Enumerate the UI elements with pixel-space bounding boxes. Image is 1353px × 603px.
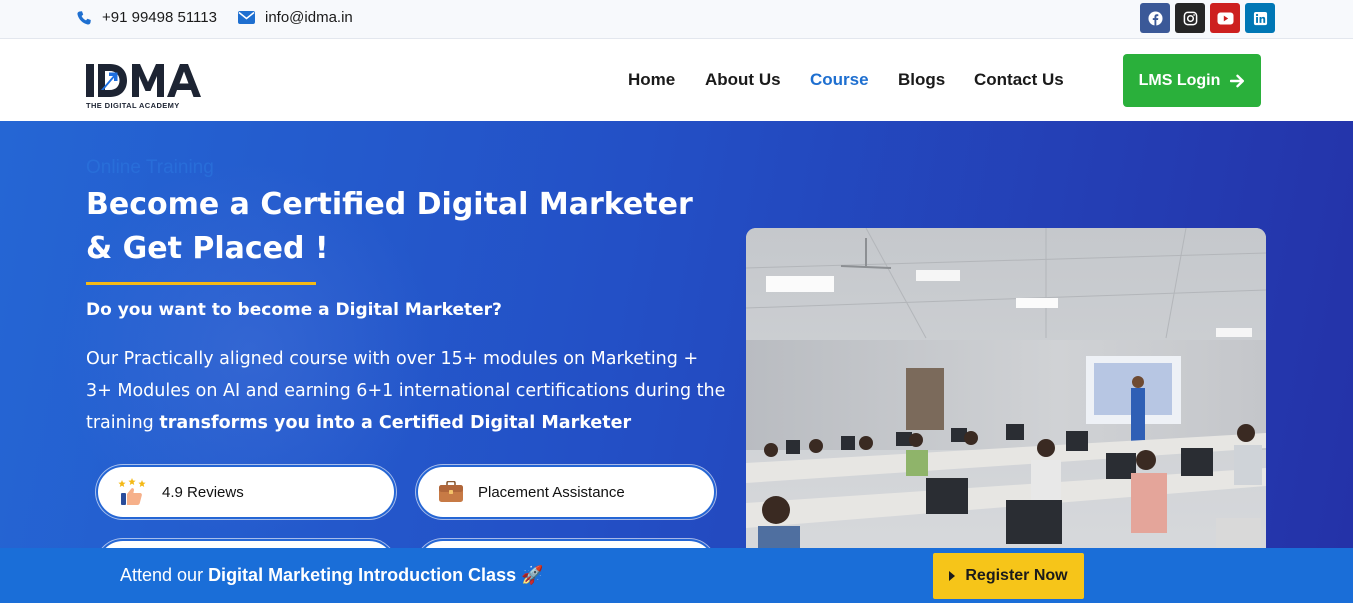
phone-icon xyxy=(77,10,91,25)
nav-contact-us[interactable]: Contact Us xyxy=(974,70,1064,90)
logo-mark xyxy=(86,64,201,97)
nav-home[interactable]: Home xyxy=(628,70,675,90)
reviews-thumbs-up-icon xyxy=(118,478,146,505)
hero-subtitle: Do you want to become a Digital Marketer… xyxy=(86,300,502,320)
banner-text-plain: Attend our xyxy=(120,565,209,585)
feature-reviews: 4.9 Reviews xyxy=(96,465,396,519)
briefcase-icon xyxy=(439,481,463,502)
title-underline xyxy=(86,282,316,285)
idma-logo[interactable]: THE DIGITAL ACADEMY xyxy=(86,60,226,112)
phone-number: +91 99498 51113 xyxy=(102,9,217,26)
email-address: info@idma.in xyxy=(265,9,353,26)
top-bar: +91 99498 51113 info@idma.in xyxy=(0,0,1353,39)
hero-section: Online Training Become a Certified Digit… xyxy=(0,121,1353,548)
hero-description-bold: transforms you into a Certified Digital … xyxy=(159,413,632,433)
feature-placement: Placement Assistance xyxy=(416,465,716,519)
feature-reviews-label: 4.9 Reviews xyxy=(162,483,244,501)
nav-about-us[interactable]: About Us xyxy=(705,70,781,90)
envelope-icon xyxy=(238,11,255,24)
phone-contact[interactable]: +91 99498 51113 xyxy=(76,9,217,26)
intro-class-banner: Attend our Digital Marketing Introductio… xyxy=(0,548,1353,603)
nav-course[interactable]: Course xyxy=(810,70,869,90)
hero-eyebrow: Online Training xyxy=(86,157,214,178)
nav-blogs[interactable]: Blogs xyxy=(898,70,945,90)
caret-right-icon xyxy=(949,571,956,581)
classroom-photo xyxy=(746,228,1266,548)
email-contact[interactable]: info@idma.in xyxy=(238,9,353,26)
lms-login-button[interactable]: LMS Login xyxy=(1123,54,1261,107)
lms-login-label: LMS Login xyxy=(1138,71,1221,89)
site-header: THE DIGITAL ACADEMY Home About Us Course… xyxy=(0,40,1353,121)
register-now-button[interactable]: Register Now xyxy=(933,553,1084,599)
social-links xyxy=(1140,3,1275,33)
banner-text-bold: Digital Marketing Introduction Class xyxy=(208,565,517,585)
youtube-icon[interactable] xyxy=(1210,3,1240,33)
logo-tagline: THE DIGITAL ACADEMY xyxy=(86,101,180,110)
arrow-right-icon xyxy=(1230,74,1245,87)
banner-text: Attend our Digital Marketing Introductio… xyxy=(120,565,544,586)
rocket-icon: 🚀 xyxy=(521,565,544,585)
register-now-label: Register Now xyxy=(965,567,1068,584)
feature-card-partial xyxy=(96,539,396,548)
linkedin-icon[interactable] xyxy=(1245,3,1275,33)
instagram-icon[interactable] xyxy=(1175,3,1205,33)
facebook-icon[interactable] xyxy=(1140,3,1170,33)
hero-title: Become a Certified Digital Marketer & Ge… xyxy=(86,187,693,266)
feature-placement-label: Placement Assistance xyxy=(478,483,625,501)
feature-card-partial xyxy=(416,539,716,548)
hero-description: Our Practically aligned course with over… xyxy=(86,343,726,439)
